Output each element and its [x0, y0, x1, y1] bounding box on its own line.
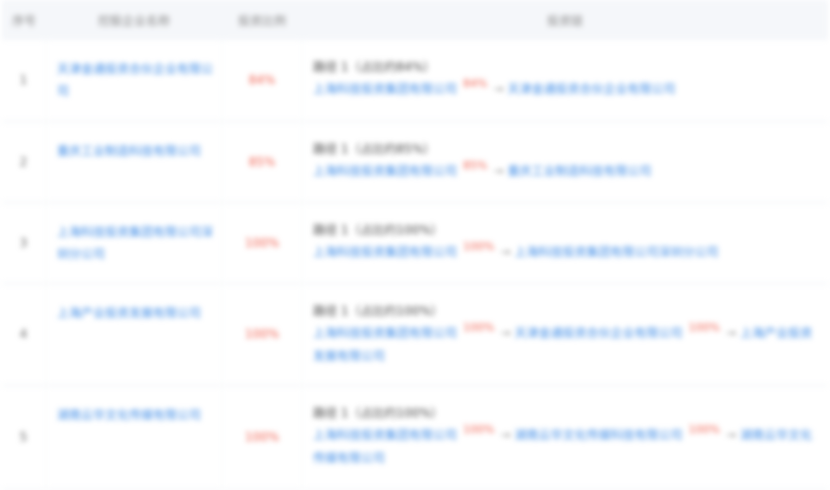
row-index: 4 — [2, 283, 46, 386]
chain-percent: 100% — [688, 422, 720, 436]
chain-company-link[interactable]: 上海科技投资集团有限公司 — [313, 245, 457, 259]
chain-percent: 100% — [463, 239, 495, 253]
arrow-right-icon: → — [493, 82, 504, 96]
investment-chain: 上海科技投资集团有限公司 85% → 重庆工业制造科技有限公司 — [313, 158, 818, 183]
header-path: 投资链 — [546, 13, 583, 28]
header-company: 控股企业名称 — [97, 13, 170, 28]
chain-company-link[interactable]: 湖南云华文化传媒科技有限公司 — [515, 428, 683, 442]
table-row: 5 湖南云华文化传媒有限公司 100% 路径 1（占比约100%） 上海科技投资… — [2, 385, 828, 490]
header-ratio: 投资比例 — [237, 13, 286, 28]
chain-percent: 100% — [463, 320, 495, 334]
table-row: 2 重庆工业制造科技有限公司 85% 路径 1（占比约85%） 上海科技投资集团… — [2, 121, 828, 203]
chain-company-link[interactable]: 上海科技投资集团有限公司 — [313, 326, 457, 340]
header-index: 序号 — [11, 13, 36, 28]
arrow-right-icon: → — [500, 427, 511, 442]
chain-percent: 85% — [463, 158, 488, 172]
chain-company-link[interactable]: 天津金通投资合伙企业有限公司 — [515, 326, 683, 340]
ratio-value: 100% — [221, 385, 302, 490]
arrow-right-icon: → — [500, 244, 511, 259]
path-title: 路径 1（占比约100%） — [313, 405, 443, 420]
ratio-value: 84% — [221, 40, 302, 122]
path-title: 路径 1（占比约84%） — [313, 60, 436, 74]
path-title: 路径 1（占比约85%） — [313, 141, 436, 156]
investment-chain: 上海科技投资集团有限公司 100% → 天津金通投资合伙企业有限公司 100% → 上海产业… — [313, 320, 818, 367]
ratio-value: 100% — [221, 202, 302, 284]
chain-percent: 100% — [688, 320, 720, 334]
arrow-right-icon: → — [493, 163, 504, 178]
row-index: 2 — [2, 121, 46, 203]
chain-company-link[interactable]: 重庆工业制造科技有限公司 — [508, 164, 652, 178]
path-title: 路径 1（占比约100%） — [313, 222, 443, 237]
chain-company-link[interactable]: 天津金通投资合伙企业有限公司 — [508, 82, 676, 96]
ratio-value: 85% — [221, 121, 302, 203]
table-header-row: 序号 控股企业名称 投资比例 投资链 — [2, 0, 828, 40]
company-link[interactable]: 天津金通投资合伙企业有限公司 — [57, 62, 213, 98]
chain-company-link[interactable]: 上海科技投资集团有限公司 — [313, 428, 457, 442]
company-link[interactable]: 湖南云华文化传媒有限公司 — [57, 408, 201, 422]
chain-percent: 100% — [463, 422, 495, 436]
chain-company-link[interactable]: 上海科技投资集团有限公司 — [313, 164, 457, 178]
row-index: 1 — [2, 40, 46, 122]
company-link[interactable]: 重庆工业制造科技有限公司 — [57, 144, 201, 158]
chain-percent: 84% — [463, 77, 488, 90]
investment-chain: 上海科技投资集团有限公司 100% → 上海科技投资集团有限公司深圳分公司 — [313, 239, 818, 264]
path-title: 路径 1（占比约100%） — [313, 303, 443, 318]
holdings-table: 序号 控股企业名称 投资比例 投资链 1 天津金通投资合伙企业有限公司 84% … — [2, 0, 828, 490]
chain-company-link[interactable]: 上海科技投资集团有限公司 — [313, 82, 457, 96]
company-link[interactable]: 上海产业投资发展有限公司 — [57, 306, 201, 320]
chain-company-link[interactable]: 上海科技投资集团有限公司深圳分公司 — [515, 245, 719, 259]
row-index: 3 — [2, 202, 46, 284]
arrow-right-icon: → — [500, 325, 511, 340]
table-row: 4 上海产业投资发展有限公司 100% 路径 1（占比约100%） 上海科技投资… — [2, 283, 828, 386]
table-row: 3 上海科技投资集团有限公司深圳分公司 100% 路径 1（占比约100%） 上… — [2, 202, 828, 284]
row-index: 5 — [2, 385, 46, 490]
investment-chain: 上海科技投资集团有限公司 100% → 湖南云华文化传媒科技有限公司 100% → 湖南云华… — [313, 422, 818, 469]
arrow-right-icon: → — [726, 325, 737, 340]
investment-chain: 上海科技投资集团有限公司 84% → 天津金通投资合伙企业有限公司 — [313, 77, 818, 101]
ratio-value: 100% — [221, 283, 302, 386]
company-link[interactable]: 上海科技投资集团有限公司深圳分公司 — [57, 225, 213, 261]
table-row: 1 天津金通投资合伙企业有限公司 84% 路径 1（占比约84%） 上海科技投资… — [2, 40, 828, 122]
arrow-right-icon: → — [726, 427, 737, 442]
